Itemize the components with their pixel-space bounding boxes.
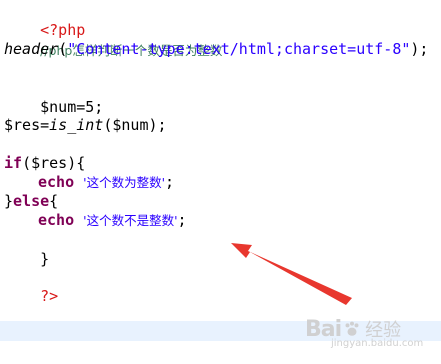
baidu-watermark: Bai 经验 jingyan.baidu.com xyxy=(305,316,435,358)
watermark-url: jingyan.baidu.com xyxy=(331,338,424,349)
paw-icon xyxy=(345,321,359,336)
code-editor[interactable]: <?php //php怎样判断一个数是否为整数 header("Content-… xyxy=(0,0,441,364)
arrow-shape xyxy=(231,243,352,305)
red-arrow-annotation xyxy=(231,243,352,305)
